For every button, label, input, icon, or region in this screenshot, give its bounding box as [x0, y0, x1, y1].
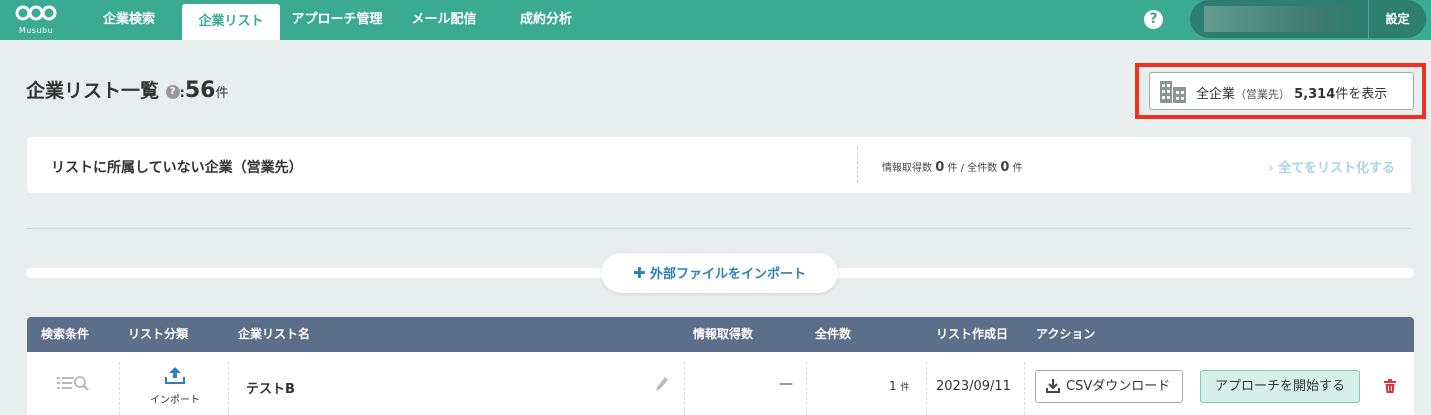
- user-name-redacted: [1204, 6, 1364, 32]
- stats-slash: /: [960, 163, 964, 174]
- csv-download-label: CSVダウンロード: [1066, 379, 1171, 394]
- logo-text: Musubu: [18, 26, 54, 35]
- row-divider: [926, 362, 927, 415]
- col-action: アクション: [1036, 327, 1096, 341]
- total-value: 1: [889, 379, 897, 393]
- total-count-label: 全件数: [967, 163, 998, 174]
- help-icon[interactable]: ?: [1144, 10, 1163, 29]
- page-title: 企業リスト一覧 ?:56件: [26, 76, 228, 103]
- upload-icon: [165, 367, 185, 384]
- nav-company-list[interactable]: 企業リスト: [182, 4, 280, 40]
- col-total: 全件数: [815, 327, 852, 341]
- list-name[interactable]: テストB: [246, 378, 295, 397]
- start-approach-button[interactable]: アプローチを開始する: [1200, 370, 1360, 403]
- unassigned-stats: 情報取得数 0 件 / 全件数 0 件: [882, 159, 1023, 175]
- pencil-icon[interactable]: [655, 376, 669, 392]
- highlight-box: [1135, 63, 1426, 119]
- row-divider: [1024, 362, 1025, 415]
- list-category-label: インポート: [150, 395, 200, 406]
- info-count-unit: 件: [947, 163, 958, 174]
- created-date-cell: 2023/09/11: [936, 379, 1011, 394]
- nav-approach-management[interactable]: アプローチ管理: [284, 0, 390, 40]
- settings-button[interactable]: 設定: [1369, 0, 1426, 38]
- title-help-icon[interactable]: ?: [165, 84, 180, 99]
- musubu-logo[interactable]: Musubu: [14, 4, 58, 36]
- plus-icon: ✚: [632, 264, 646, 282]
- trash-icon[interactable]: [1384, 379, 1396, 393]
- col-list-name: 企業リスト名: [238, 327, 311, 341]
- list-all-link[interactable]: › 全てをリスト化する: [1268, 157, 1395, 176]
- chevron-right-icon: ›: [1268, 161, 1274, 176]
- row-divider: [684, 362, 685, 415]
- col-search-condition: 検索条件: [41, 327, 90, 341]
- import-label: 外部ファイルをインポート: [650, 267, 807, 282]
- page-title-text: 企業リスト一覧: [26, 80, 160, 102]
- total-cell: 1 件: [889, 379, 909, 393]
- list-count-unit: 件: [215, 86, 229, 101]
- unassigned-companies-panel: リストに所属していない企業（営業先） 情報取得数 0 件 / 全件数 0 件 ›…: [27, 137, 1411, 193]
- list-all-label: 全てをリスト化する: [1278, 161, 1395, 176]
- row-divider: [806, 362, 807, 415]
- total-count-value: 0: [1000, 160, 1010, 175]
- row-divider: [228, 362, 229, 415]
- nav-deal-analysis[interactable]: 成約分析: [508, 0, 584, 40]
- info-count-label: 情報取得数: [882, 163, 932, 174]
- nav-mail-delivery[interactable]: メール配信: [402, 0, 486, 40]
- col-info-count: 情報取得数: [693, 327, 754, 341]
- download-icon: [1046, 379, 1060, 393]
- import-external-file-button[interactable]: ✚ 外部ファイルをインポート: [601, 253, 838, 293]
- row-divider: [119, 362, 120, 415]
- unassigned-title: リストに所属していない企業（営業先）: [51, 160, 303, 176]
- total-unit: 件: [900, 383, 910, 393]
- col-list-category: リスト分類: [128, 327, 189, 341]
- info-count-cell: —: [779, 376, 793, 392]
- top-navbar: Musubu 企業検索 企業リスト アプローチ管理 メール配信 成約分析 ? 設…: [0, 0, 1431, 40]
- col-created-date: リスト作成日: [936, 327, 1009, 341]
- nav-company-search[interactable]: 企業検索: [90, 0, 168, 40]
- total-count-unit: 件: [1012, 163, 1023, 174]
- table-header: 検索条件 リスト分類 企業リスト名 情報取得数 全件数 リスト作成日 アクション: [27, 317, 1414, 352]
- section-divider: [27, 228, 1411, 229]
- panel-divider: [857, 147, 858, 183]
- user-menu[interactable]: 設定: [1190, 0, 1426, 38]
- info-count-value: 0: [935, 160, 945, 175]
- table-row[interactable]: インポート テストB — 1 件 2023/09/11 CSVダウンロード アプ…: [27, 352, 1414, 415]
- search-condition-icon[interactable]: [57, 374, 91, 394]
- logo-icon: [15, 5, 57, 21]
- csv-download-button[interactable]: CSVダウンロード: [1035, 370, 1183, 403]
- list-count: 56: [184, 78, 216, 103]
